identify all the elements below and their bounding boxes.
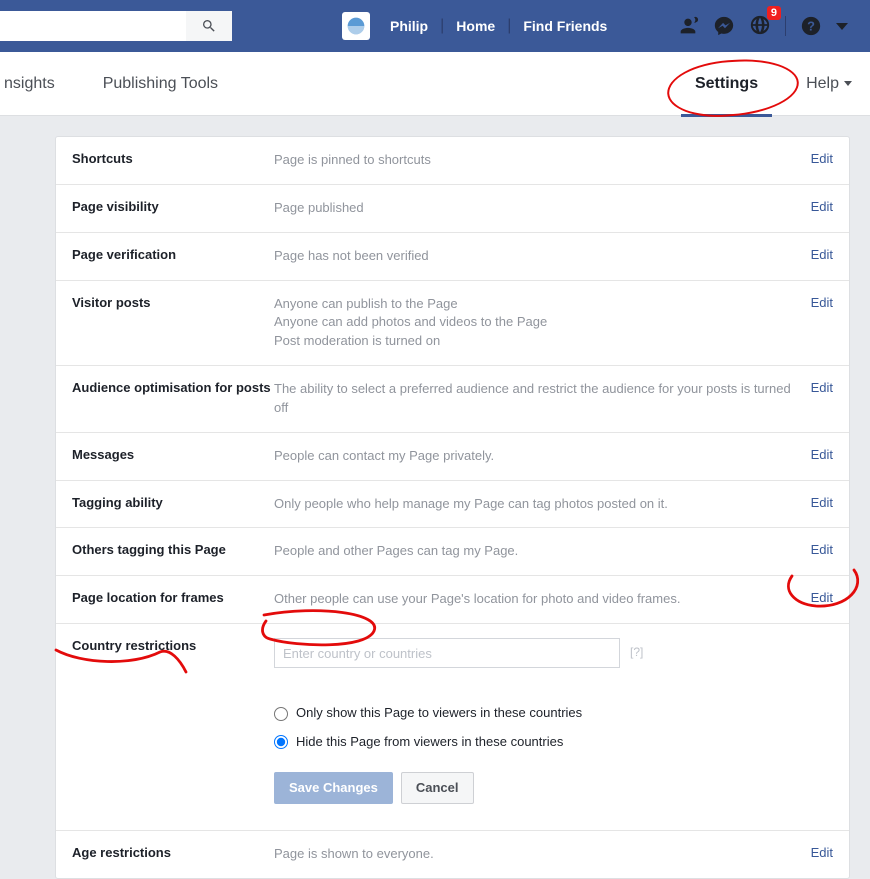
radio-only-show-input[interactable] <box>274 707 288 721</box>
notification-badge: 9 <box>767 6 781 20</box>
radio-hide[interactable]: Hide this Page from viewers in these cou… <box>274 733 821 752</box>
edit-visibility[interactable]: Edit <box>811 199 833 214</box>
save-changes-button[interactable]: Save Changes <box>274 772 393 804</box>
label-visitor-posts: Visitor posts <box>72 295 274 310</box>
desc-shortcuts: Page is pinned to shortcuts <box>274 151 811 170</box>
help-label: Help <box>806 52 839 116</box>
search-button[interactable] <box>186 11 232 41</box>
desc-audience: The ability to select a preferred audien… <box>274 380 811 418</box>
visitor-posts-line1: Anyone can publish to the Page <box>274 295 799 314</box>
label-location-frames: Page location for frames <box>72 590 274 605</box>
user-name-link[interactable]: Philip <box>378 0 440 52</box>
row-page-verification: Page verification Page has not been veri… <box>56 233 849 281</box>
radio-only-show-label: Only show this Page to viewers in these … <box>296 704 582 723</box>
row-country-restrictions: Country restrictions [?] Only show this … <box>56 624 849 831</box>
country-restrictions-body: [?] Only show this Page to viewers in th… <box>274 638 833 810</box>
row-age-restrictions: Age restrictions Page is shown to everyo… <box>56 831 849 878</box>
edit-messages[interactable]: Edit <box>811 447 833 462</box>
row-messages: Messages People can contact my Page priv… <box>56 433 849 481</box>
tab-help[interactable]: Help <box>782 52 870 116</box>
label-country-restrictions: Country restrictions <box>72 638 274 653</box>
tab-insights[interactable]: nsights <box>0 52 79 116</box>
label-visibility: Page visibility <box>72 199 274 214</box>
page-avatar[interactable] <box>342 12 370 40</box>
row-audience-optimisation: Audience optimisation for posts The abil… <box>56 366 849 433</box>
label-tagging: Tagging ability <box>72 495 274 510</box>
divider <box>785 16 786 36</box>
row-page-visibility: Page visibility Page published Edit <box>56 185 849 233</box>
account-dropdown-icon[interactable] <box>836 23 848 30</box>
cancel-button[interactable]: Cancel <box>401 772 474 804</box>
edit-others-tagging[interactable]: Edit <box>811 542 833 557</box>
row-tagging-ability: Tagging ability Only people who help man… <box>56 481 849 529</box>
edit-age[interactable]: Edit <box>811 845 833 860</box>
visitor-posts-line2: Anyone can add photos and videos to the … <box>274 313 799 332</box>
tab-publishing-tools[interactable]: Publishing Tools <box>79 52 242 116</box>
search-wrap <box>0 11 232 41</box>
country-help[interactable]: [?] <box>630 644 643 661</box>
label-shortcuts: Shortcuts <box>72 151 274 166</box>
desc-visitor-posts: Anyone can publish to the Page Anyone ca… <box>274 295 811 352</box>
notifications-button[interactable]: 9 <box>749 14 771 39</box>
edit-location-frames[interactable]: Edit <box>811 590 833 605</box>
desc-verification: Page has not been verified <box>274 247 811 266</box>
settings-panel: Shortcuts Page is pinned to shortcuts Ed… <box>55 136 850 879</box>
row-shortcuts: Shortcuts Page is pinned to shortcuts Ed… <box>56 137 849 185</box>
tab-settings[interactable]: Settings <box>671 52 782 116</box>
desc-visibility: Page published <box>274 199 811 218</box>
desc-location-frames: Other people can use your Page's locatio… <box>274 590 811 609</box>
search-input[interactable] <box>0 11 186 41</box>
edit-tagging[interactable]: Edit <box>811 495 833 510</box>
page-tab-bar: nsights Publishing Tools Settings Help <box>0 52 870 116</box>
radio-hide-input[interactable] <box>274 735 288 749</box>
visitor-posts-line3: Post moderation is turned on <box>274 332 799 351</box>
row-page-location-frames: Page location for frames Other people ca… <box>56 576 849 624</box>
find-friends-link[interactable]: Find Friends <box>511 0 619 52</box>
label-audience: Audience optimisation for posts <box>72 380 274 395</box>
search-icon <box>201 18 217 34</box>
messenger-icon[interactable] <box>713 15 735 37</box>
svg-text:?: ? <box>807 19 815 34</box>
label-age: Age restrictions <box>72 845 274 860</box>
label-messages: Messages <box>72 447 274 462</box>
desc-messages: People can contact my Page privately. <box>274 447 811 466</box>
radio-hide-label: Hide this Page from viewers in these cou… <box>296 733 563 752</box>
edit-visitor-posts[interactable]: Edit <box>811 295 833 310</box>
edit-verification[interactable]: Edit <box>811 247 833 262</box>
edit-audience[interactable]: Edit <box>811 380 833 395</box>
help-icon[interactable]: ? <box>800 15 822 37</box>
row-others-tagging: Others tagging this Page People and othe… <box>56 528 849 576</box>
top-nav-bar: Philip | Home | Find Friends 9 ? <box>0 0 870 52</box>
desc-age: Page is shown to everyone. <box>274 845 811 864</box>
label-verification: Page verification <box>72 247 274 262</box>
friend-requests-icon[interactable] <box>677 15 699 37</box>
label-others-tagging: Others tagging this Page <box>72 542 274 557</box>
desc-tagging: Only people who help manage my Page can … <box>274 495 811 514</box>
home-link[interactable]: Home <box>444 0 507 52</box>
edit-shortcuts[interactable]: Edit <box>811 151 833 166</box>
chevron-down-icon <box>844 81 852 86</box>
country-input[interactable] <box>274 638 620 668</box>
row-visitor-posts: Visitor posts Anyone can publish to the … <box>56 281 849 367</box>
radio-only-show[interactable]: Only show this Page to viewers in these … <box>274 704 821 723</box>
desc-others-tagging: People and other Pages can tag my Page. <box>274 542 811 561</box>
